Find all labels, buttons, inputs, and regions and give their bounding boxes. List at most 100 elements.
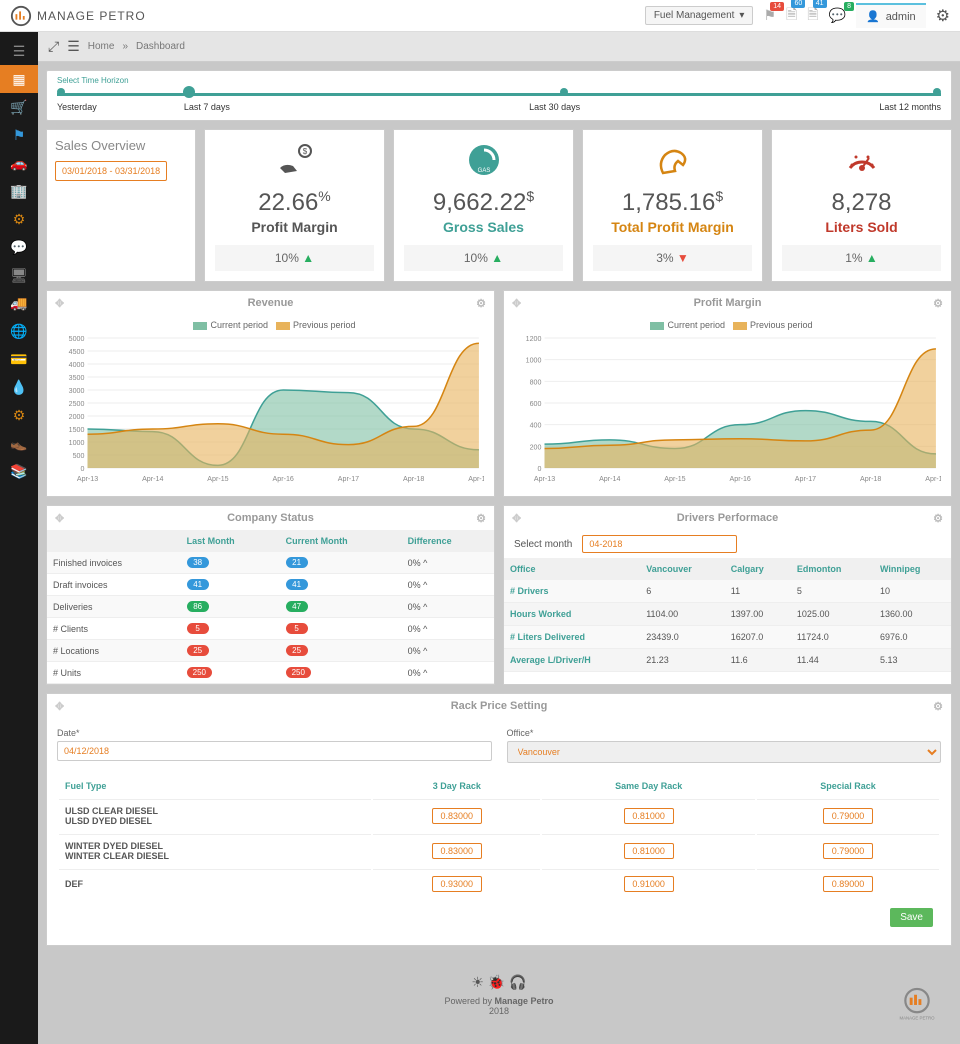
timeline-label[interactable]: Yesterday [57, 102, 97, 112]
rack-table: Fuel Type3 Day RackSame Day RackSpecial … [57, 773, 941, 900]
user-menu[interactable]: 👤 admin [856, 3, 926, 28]
rack-price-input[interactable] [432, 876, 482, 892]
timeline-label[interactable]: Last 12 months [879, 102, 941, 112]
sidebar-flag-icon[interactable]: ⚑ [0, 121, 38, 149]
table-header: Calgary [725, 558, 791, 580]
date-range-input[interactable]: 03/01/2018 - 03/31/2018 [55, 161, 167, 181]
settings-gear-icon[interactable]: ⚙ [936, 6, 950, 26]
sidebar-stack-icon[interactable]: 📚 [0, 457, 38, 485]
svg-text:1200: 1200 [526, 336, 542, 343]
kpi-label: Total Profit Margin [611, 219, 734, 235]
breadcrumb-current: Dashboard [136, 41, 185, 52]
move-icon[interactable]: ✥ [512, 512, 521, 525]
sidebar-dashboard-icon[interactable]: ▦ [0, 65, 38, 93]
kpi-label: Gross Sales [443, 219, 524, 235]
chart-legend: Current periodPrevious period [57, 320, 484, 330]
rack-price-input[interactable] [432, 843, 482, 859]
rack-office-select[interactable]: Vancouver [507, 741, 942, 763]
table-row: # Drivers611510 [504, 580, 951, 603]
sidebar-drop-icon[interactable]: 💧 [0, 373, 38, 401]
rack-title: Rack Price Setting [451, 700, 548, 712]
svg-text:3500: 3500 [69, 375, 85, 382]
kpi-card: 1,785.16$ Total Profit Margin 3% ▼ [582, 129, 763, 282]
document-icon[interactable]: 🗎41 [807, 4, 818, 28]
svg-text:Apr-16: Apr-16 [730, 476, 751, 483]
sidebar-truck-icon[interactable]: 🚚 [0, 289, 38, 317]
kpi-value: 8,278 [831, 188, 891, 217]
gear-icon[interactable]: ⚙ [933, 512, 943, 525]
flag-icon[interactable]: ⚑14 [763, 7, 776, 24]
sidebar-cart-icon[interactable]: 🛒 [0, 93, 38, 121]
month-input[interactable] [582, 535, 737, 553]
profit-title: Profit Margin [694, 297, 762, 309]
timeline-dot[interactable] [933, 88, 941, 96]
gear-icon[interactable]: ⚙ [933, 700, 943, 713]
sidebar-monitor-icon[interactable]: 🖥 [0, 261, 38, 289]
timeline-dot-active[interactable] [183, 86, 195, 98]
save-button[interactable]: Save [890, 908, 933, 927]
sidebar-globe-icon[interactable]: 🌐 [0, 317, 38, 345]
rack-price-input[interactable] [823, 876, 873, 892]
revenue-panel: ✥Revenue⚙ Current periodPrevious period … [46, 290, 495, 497]
sidebar-sliders-icon[interactable]: ⚙ [0, 205, 38, 233]
gear-icon[interactable]: ⚙ [476, 297, 486, 310]
move-icon[interactable]: ✥ [55, 700, 64, 713]
rack-price-input[interactable] [823, 843, 873, 859]
svg-text:1500: 1500 [69, 427, 85, 434]
gear-icon[interactable]: ⚙ [476, 512, 486, 525]
invoice-icon[interactable]: 🗎60 [786, 4, 797, 28]
timeline-bar[interactable] [57, 93, 941, 96]
sidebar-shoe-icon[interactable]: 👞 [0, 429, 38, 457]
timeline-label[interactable]: Last 30 days [529, 102, 580, 112]
rack-price-panel: ✥Rack Price Setting⚙ Date* Office*Vancou… [46, 693, 952, 946]
table-header: Fuel Type [59, 775, 371, 797]
breadcrumb-home[interactable]: Home [88, 41, 115, 52]
company-status-table: Last MonthCurrent MonthDifferenceFinishe… [47, 530, 494, 684]
timeline-dot[interactable] [560, 88, 568, 96]
rack-price-input[interactable] [624, 808, 674, 824]
kpi-change: 10% ▲ [215, 245, 374, 271]
svg-text:0: 0 [537, 466, 541, 473]
footer: ☀ 🐞 🎧 Powered by Manage Petro 2018 MANAG… [46, 954, 952, 1036]
svg-text:500: 500 [73, 453, 85, 460]
rack-date-input[interactable] [57, 741, 492, 761]
svg-text:Apr-16: Apr-16 [273, 476, 294, 483]
hamburger-icon[interactable]: ☰ [67, 38, 80, 55]
time-horizon-panel: Select Time Horizon Yesterday Last 7 day… [46, 70, 952, 121]
rack-price-input[interactable] [624, 876, 674, 892]
timeline-label[interactable]: Last 7 days [184, 102, 230, 112]
table-row: Draft invoices41410% ^ [47, 574, 494, 596]
timeline-dot[interactable] [57, 88, 65, 96]
rack-price-input[interactable] [432, 808, 482, 824]
gear-icon[interactable]: ⚙ [933, 297, 943, 310]
svg-text:3000: 3000 [69, 388, 85, 395]
sidebar-card-icon[interactable]: 💳 [0, 345, 38, 373]
username: admin [886, 11, 916, 23]
top-right: Fuel Management▾ ⚑14 🗎60 🗎41 💬8 👤 admin … [645, 3, 950, 28]
move-icon[interactable]: ✥ [55, 512, 64, 525]
chat-icon[interactable]: 💬8 [829, 7, 846, 24]
move-icon[interactable]: ✥ [512, 297, 521, 310]
sidebar-car-icon[interactable]: 🚗 [0, 149, 38, 177]
table-header: Difference [402, 530, 494, 552]
rack-price-input[interactable] [624, 843, 674, 859]
svg-text:Apr-15: Apr-15 [664, 476, 685, 483]
svg-text:Apr-18: Apr-18 [403, 476, 424, 483]
table-header [47, 530, 181, 552]
move-icon[interactable]: ✥ [55, 297, 64, 310]
sidebar-cog-icon[interactable]: ⚙ [0, 401, 38, 429]
sidebar-message-icon[interactable]: 💬 [0, 233, 38, 261]
rack-price-input[interactable] [823, 808, 873, 824]
expand-icon[interactable]: ⤢ [48, 38, 59, 55]
drivers-title: Drivers Performace [677, 512, 779, 524]
sidebar-menu-icon[interactable]: ☰ [0, 37, 38, 65]
module-dropdown[interactable]: Fuel Management▾ [645, 6, 754, 25]
kpi-card: GAS 9,662.22$ Gross Sales 10% ▲ [393, 129, 574, 282]
logo: MANAGE PETRO [10, 5, 645, 27]
drivers-table: OfficeVancouverCalgaryEdmontonWinnipeg# … [504, 558, 951, 672]
table-row: Average L/Driver/H21.2311.611.445.13 [504, 649, 951, 672]
sidebar-building-icon[interactable]: 🏢 [0, 177, 38, 205]
table-row: Deliveries86470% ^ [47, 596, 494, 618]
svg-text:200: 200 [530, 444, 542, 451]
kpi-value: 9,662.22$ [433, 188, 534, 217]
